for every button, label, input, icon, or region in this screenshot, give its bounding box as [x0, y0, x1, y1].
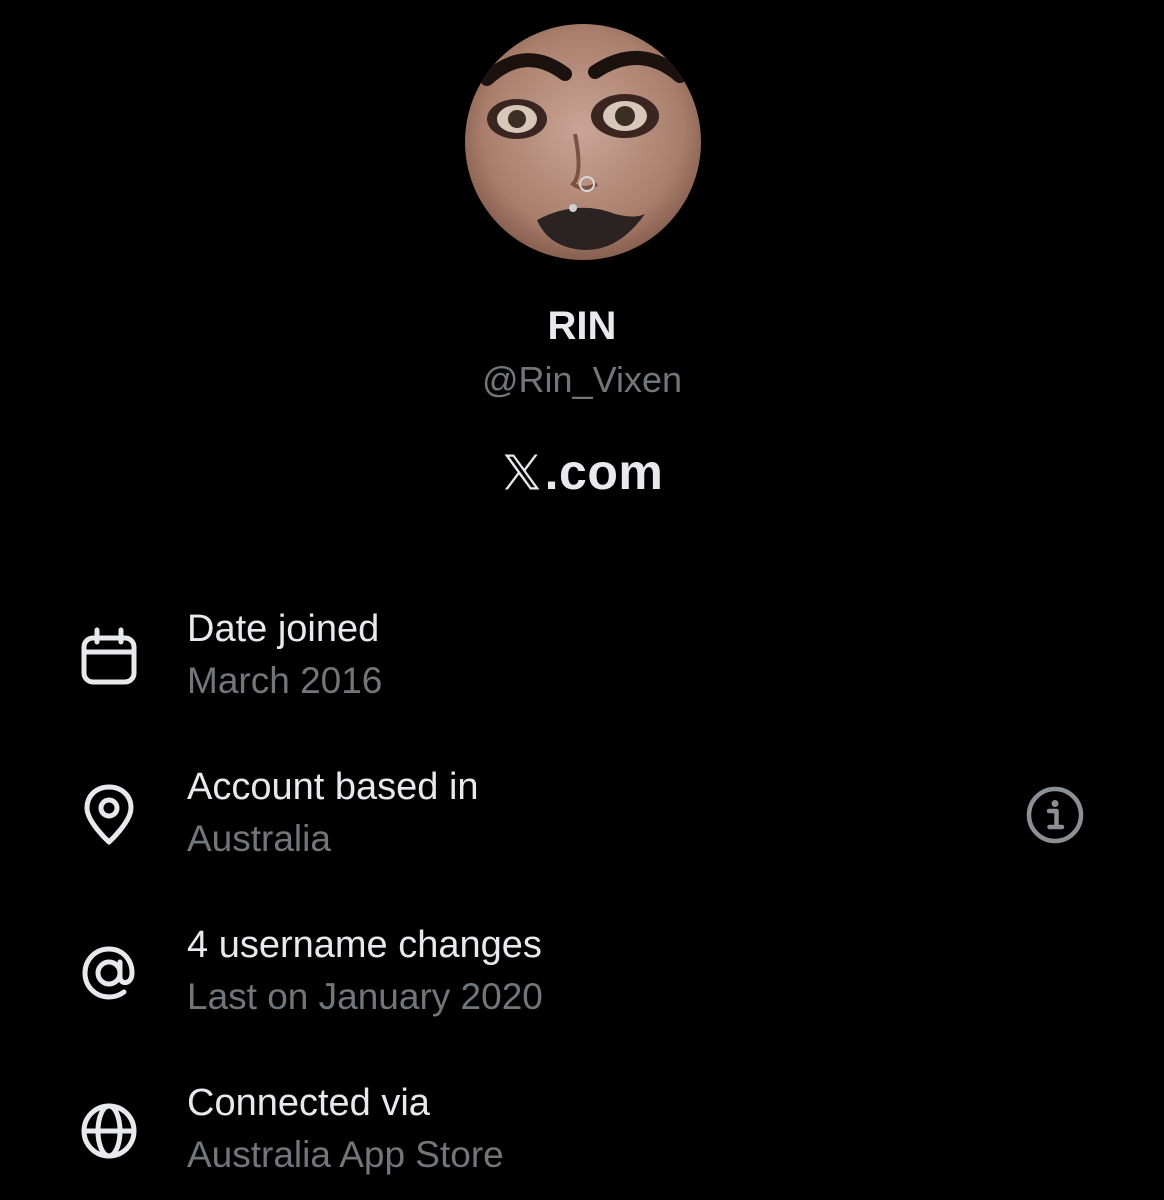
detail-title: 4 username changes: [187, 924, 542, 966]
username-handle: @Rin_Vixen: [482, 359, 682, 400]
detail-row-connected-via: Connected via Australia App Store: [0, 1078, 1164, 1188]
calendar-icon: [76, 624, 142, 690]
detail-title: Date joined: [187, 608, 380, 650]
at-sign-icon: [76, 940, 142, 1006]
brand-domain-text: .com: [544, 444, 664, 500]
globe-icon: [76, 1098, 142, 1164]
detail-value: Last on January 2020: [187, 976, 543, 1017]
detail-value: March 2016: [187, 660, 383, 701]
brand-label: .com: [0, 440, 1164, 504]
detail-title: Connected via: [187, 1082, 430, 1124]
detail-row-username-changes: 4 username changes Last on January 2020: [0, 920, 1164, 1030]
info-button[interactable]: [1024, 784, 1086, 846]
info-icon: [1026, 786, 1084, 844]
profile-photo: [465, 24, 701, 260]
detail-value: Australia: [187, 818, 331, 859]
detail-row-date-joined: Date joined March 2016: [0, 604, 1164, 714]
x-logo-icon: [504, 454, 540, 490]
avatar[interactable]: [465, 24, 701, 260]
display-name: RIN: [547, 304, 617, 348]
detail-title: Account based in: [187, 766, 479, 808]
detail-row-account-based-in: Account based in Australia: [0, 762, 1164, 872]
detail-value: Australia App Store: [187, 1134, 504, 1175]
location-pin-icon: [76, 782, 142, 848]
